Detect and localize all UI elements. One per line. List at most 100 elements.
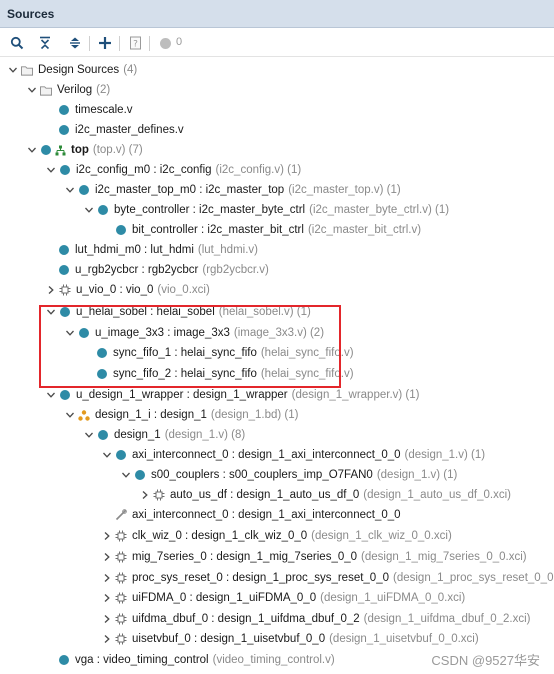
tree-item-i2c-master-top[interactable]: i2c_master_top_m0 : i2c_master_top (i2c_m… <box>64 180 401 200</box>
toolbar-divider <box>149 36 150 51</box>
tree-item-detail: (i2c_master_byte_ctrl.v) (1) <box>309 204 450 216</box>
chevron-down-icon[interactable] <box>120 469 132 481</box>
tree-item-verilog[interactable]: Verilog (2) <box>26 80 110 100</box>
highlight-box <box>39 305 341 388</box>
tree-item-byte-controller[interactable]: byte_controller : i2c_master_byte_ctrl (i… <box>83 200 449 220</box>
tree-item-design-1-i[interactable]: design_1_i : design_1 (design_1.bd) (1) <box>64 405 298 425</box>
tree-item-label: clk_wiz_0 : design_1_clk_wiz_0_0 <box>132 530 308 542</box>
toolbar: ? 0 <box>0 29 554 57</box>
source-file-icon <box>97 204 109 216</box>
ip-core-icon <box>115 551 127 563</box>
chevron-down-icon[interactable] <box>64 409 76 421</box>
tree-item-uifdma-dbuf[interactable]: uifdma_dbuf_0 : design_1_uifdma_dbuf_0_2… <box>101 609 531 629</box>
collapse-all-icon[interactable] <box>36 34 54 52</box>
tree-item-proc-sys-reset[interactable]: proc_sys_reset_0 : design_1_proc_sys_res… <box>101 568 554 588</box>
tree-item-label: auto_us_df : design_1_auto_us_df_0 <box>170 489 360 501</box>
tree-item-label: i2c_master_defines.v <box>75 124 184 136</box>
tree-item-detail: (design_1.v) (1) <box>404 449 486 461</box>
tree-item-timescale[interactable]: timescale.v <box>58 100 133 120</box>
chevron-down-icon[interactable] <box>83 204 95 216</box>
tree-item-clk-wiz[interactable]: clk_wiz_0 : design_1_clk_wiz_0_0 (design_… <box>101 526 452 546</box>
tree-item-label: top <box>71 144 89 156</box>
ip-core-icon <box>153 489 165 501</box>
tree-item-label: design_1_i : design_1 <box>95 409 207 421</box>
chevron-down-icon[interactable] <box>64 184 76 196</box>
source-file-icon <box>78 184 90 196</box>
tree-item-mig-7series[interactable]: mig_7series_0 : design_1_mig_7series_0_0… <box>101 547 527 567</box>
tree-item-label: bit_controller : i2c_master_bit_ctrl <box>132 224 304 236</box>
chevron-right-icon[interactable] <box>101 530 113 542</box>
chevron-down-icon[interactable] <box>101 449 113 461</box>
source-file-icon <box>58 124 70 136</box>
tree-item-detail: (i2c_master_top.v) (1) <box>288 184 401 196</box>
source-file-icon <box>134 469 146 481</box>
tree-item-detail: (design_1_uifdma_dbuf_0_2.xci) <box>363 613 531 625</box>
tree-item-top[interactable]: top (top.v) (7) <box>26 140 143 160</box>
svg-text:?: ? <box>133 40 138 50</box>
source-file-icon <box>115 449 127 461</box>
tree-item-label: design_1 <box>114 429 161 441</box>
ip-core-icon <box>115 633 127 645</box>
tree-item-detail: (design_1.bd) (1) <box>210 409 299 421</box>
tree-item-auto-us-df[interactable]: auto_us_df : design_1_auto_us_df_0 (desig… <box>139 485 511 505</box>
tree-item-detail: (video_timing_control.v) <box>212 654 335 666</box>
tree-item-lut-hdmi[interactable]: lut_hdmi_m0 : lut_hdmi (lut_hdmi.v) <box>58 240 258 260</box>
chevron-right-icon[interactable] <box>101 592 113 604</box>
add-sources-icon[interactable] <box>96 34 114 52</box>
source-file-icon <box>115 224 127 236</box>
tree-item-vga[interactable]: vga : video_timing_control (video_timing_… <box>58 650 335 670</box>
tree-item-label: mig_7series_0 : design_1_mig_7series_0_0 <box>132 551 358 563</box>
tree-item-i2c-master-defines[interactable]: i2c_master_defines.v <box>58 120 184 140</box>
tree-item-vio[interactable]: u_vio_0 : vio_0 (vio_0.xci) <box>45 280 210 300</box>
tree-item-label: timescale.v <box>75 104 133 116</box>
hierarchy-top-icon <box>54 144 66 156</box>
tree-item-detail: (design_1_uiFDMA_0_0.xci) <box>320 592 466 604</box>
toolbar-divider <box>89 36 90 51</box>
expand-all-icon[interactable] <box>66 34 84 52</box>
tree-item-axi-interconnect-bd[interactable]: axi_interconnect_0 : design_1_axi_interc… <box>115 505 401 525</box>
tree-item-design-sources[interactable]: Design Sources (4) <box>7 60 137 80</box>
tree-item-design-1[interactable]: design_1 (design_1.v) (8) <box>83 425 245 445</box>
status-count: 0 <box>176 36 183 48</box>
chevron-down-icon[interactable] <box>45 389 57 401</box>
chevron-right-icon[interactable] <box>101 613 113 625</box>
chevron-right-icon[interactable] <box>139 489 151 501</box>
folder-icon <box>40 84 52 96</box>
tree-item-label: byte_controller : i2c_master_byte_ctrl <box>114 204 306 216</box>
watermark: CSDN @9527华安 <box>431 653 540 668</box>
chevron-right-icon[interactable] <box>101 633 113 645</box>
tree-item-uifdma[interactable]: uiFDMA_0 : design_1_uiFDMA_0_0 (design_1_… <box>101 588 465 608</box>
panel-title: Sources <box>7 7 55 21</box>
source-file-icon <box>59 164 71 176</box>
tree-item-label: u_vio_0 : vio_0 <box>76 284 154 296</box>
tree-item-label: axi_interconnect_0 : design_1_axi_interc… <box>132 509 401 521</box>
tree-item-i2c-config[interactable]: i2c_config_m0 : i2c_config (i2c_config.v)… <box>45 160 301 180</box>
ip-core-icon <box>115 613 127 625</box>
source-file-icon <box>58 244 70 256</box>
tree-item-detail: (design_1_auto_us_df_0.xci) <box>363 489 511 501</box>
chevron-down-icon[interactable] <box>7 64 19 76</box>
ip-core-icon <box>115 592 127 604</box>
chevron-down-icon[interactable] <box>83 429 95 441</box>
tree-item-axi-interconnect[interactable]: axi_interconnect_0 : design_1_axi_interc… <box>101 445 485 465</box>
tree-item-label: u_rgb2ycbcr : rgb2ycbcr <box>75 264 199 276</box>
tree-item-detail: (design_1.v) (8) <box>164 429 246 441</box>
chevron-right-icon[interactable] <box>45 284 57 296</box>
source-file-icon <box>58 104 70 116</box>
tree-item-rgb2ycbcr[interactable]: u_rgb2ycbcr : rgb2ycbcr (rgb2ycbcr.v) <box>58 260 269 280</box>
chevron-down-icon[interactable] <box>26 84 38 96</box>
tree-item-label: Design Sources <box>38 64 120 76</box>
tree-item-detail: (lut_hdmi.v) <box>197 244 258 256</box>
tree-item-bit-controller[interactable]: bit_controller : i2c_master_bit_ctrl (i2c… <box>115 220 421 240</box>
tree-item-uisetvbuf[interactable]: uisetvbuf_0 : design_1_uisetvbuf_0_0 (des… <box>101 629 479 649</box>
tree-item-label: uisetvbuf_0 : design_1_uisetvbuf_0_0 <box>132 633 326 645</box>
chevron-down-icon[interactable] <box>26 144 38 156</box>
chevron-right-icon[interactable] <box>101 551 113 563</box>
properties-icon[interactable]: ? <box>126 34 144 52</box>
chevron-down-icon[interactable] <box>45 164 57 176</box>
tree-item-design-1-wrapper[interactable]: u_design_1_wrapper : design_1_wrapper (de… <box>45 385 419 405</box>
tree-item-detail: (design_1_proc_sys_reset_0_0.xci) <box>393 572 554 584</box>
search-icon[interactable] <box>8 34 26 52</box>
chevron-right-icon[interactable] <box>101 572 113 584</box>
tree-item-s00-couplers[interactable]: s00_couplers : s00_couplers_imp_O7FAN0 (d… <box>120 465 457 485</box>
